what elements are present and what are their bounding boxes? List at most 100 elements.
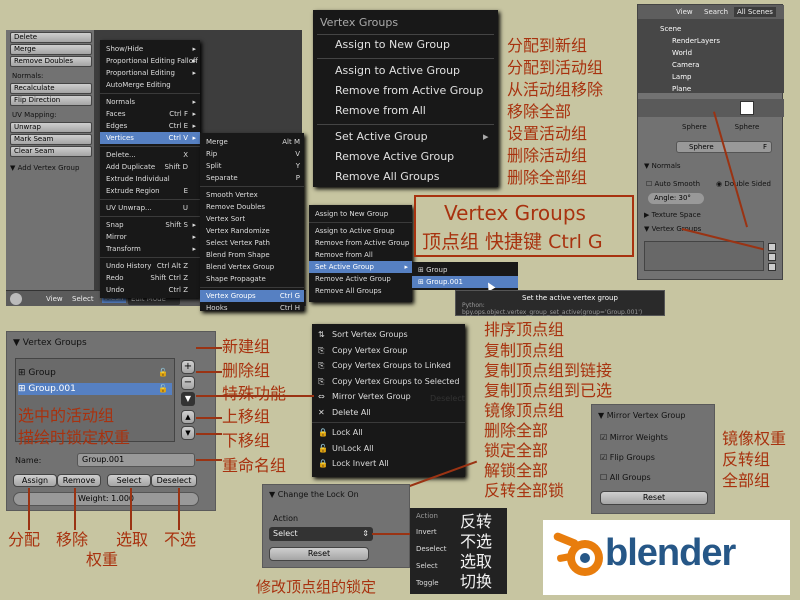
mesh-menu-item[interactable]: Faces Ctrl F ▸: [100, 108, 200, 120]
angle-field[interactable]: Angle: 30°: [648, 193, 704, 204]
mesh-menu-item[interactable]: Show/Hide ▸: [100, 43, 200, 55]
vertices-menu-item[interactable]: Blend From Shape: [200, 249, 304, 261]
vertices-menu-item[interactable]: Vertex Sort: [200, 213, 304, 225]
header-view[interactable]: View: [46, 295, 63, 303]
double-sided-checkbox[interactable]: ◉ Double Sided: [716, 180, 771, 188]
unwrap-button[interactable]: Unwrap: [10, 122, 92, 133]
mirror-title[interactable]: ▼ Mirror Vertex Group: [598, 411, 685, 420]
vertices-menu-item[interactable]: Blend Vertex Group: [200, 261, 304, 273]
select-option[interactable]: Select: [410, 558, 455, 575]
mesh-menu-item[interactable]: Transform ▸: [100, 243, 200, 255]
specials-item[interactable]: 🔓 UnLock All: [312, 441, 465, 457]
view-icon[interactable]: [10, 293, 22, 305]
recalculate-button[interactable]: Recalculate: [10, 83, 92, 94]
lock-reset-button[interactable]: Reset: [269, 547, 369, 561]
specials-icon-small[interactable]: [768, 263, 776, 271]
outliner-plane[interactable]: Plane: [672, 85, 691, 93]
vertex-groups-panel-title[interactable]: ▼ Vertex Groups: [13, 338, 87, 348]
mesh-menu-item[interactable]: Extrude Individual: [100, 173, 200, 185]
mirror-reset-button[interactable]: Reset: [600, 491, 708, 505]
assign-active-small[interactable]: Assign to Active Group: [309, 225, 412, 237]
vertices-menu-item[interactable]: Smooth Vertex: [200, 189, 304, 201]
vertices-menu-item[interactable]: Remove Doubles: [200, 201, 304, 213]
remove-active-group-small[interactable]: Remove Active Group: [309, 273, 412, 285]
outliner-camera[interactable]: Camera: [672, 61, 699, 69]
auto-smooth-checkbox[interactable]: ☐ Auto Smooth: [646, 180, 700, 188]
mesh-menu-item[interactable]: Snap Shift S ▸: [100, 219, 200, 231]
group-row[interactable]: ⊞ Group 🔓: [18, 367, 172, 379]
mesh-menu-item[interactable]: Proportional Editing Falloff ▸: [100, 55, 200, 67]
vertices-menu-item[interactable]: Hooks Ctrl H: [200, 302, 304, 314]
merge-button[interactable]: Merge: [10, 44, 92, 55]
remove-group-button[interactable]: −: [181, 376, 195, 390]
assign-button[interactable]: Assign: [13, 474, 57, 487]
mesh-menu-item[interactable]: Mirror ▸: [100, 231, 200, 243]
delete-button[interactable]: Delete: [10, 32, 92, 43]
vertices-menu-item[interactable]: Select Vertex Path: [200, 237, 304, 249]
move-up-button[interactable]: ▲: [181, 410, 195, 424]
set-active-small[interactable]: Set Active Group ▸: [309, 261, 412, 273]
flip-direction-button[interactable]: Flip Direction: [10, 95, 92, 106]
assign-new-small[interactable]: Assign to New Group: [309, 208, 412, 220]
vertices-menu-item[interactable]: Merge Alt M: [200, 136, 304, 148]
outliner-view[interactable]: View: [676, 8, 693, 16]
deselect-button[interactable]: Deselect: [151, 474, 197, 487]
action-dropdown[interactable]: Select ⇕: [269, 527, 373, 541]
add-group-icon-small[interactable]: [768, 243, 776, 251]
mesh-menu-item[interactable]: Undo History Ctrl Alt Z: [100, 260, 200, 272]
outliner-search[interactable]: Search: [704, 8, 728, 16]
vertices-menu-item[interactable]: Rip V: [200, 148, 304, 160]
outliner-renderlayers[interactable]: RenderLayers: [672, 37, 720, 45]
specials-button[interactable]: ▼: [181, 392, 195, 406]
flip-groups-checkbox[interactable]: ☑ Flip Groups: [600, 453, 655, 462]
texture-space-section[interactable]: ▶ Texture Space: [644, 211, 701, 219]
all-groups-checkbox[interactable]: ☐ All Groups: [600, 473, 651, 482]
deselect-option[interactable]: Deselect: [410, 541, 455, 558]
specials-item[interactable]: 🔒 Lock Invert All: [312, 456, 465, 472]
vertices-menu-item[interactable]: Vertex Groups Ctrl G: [200, 290, 304, 302]
name-field[interactable]: Group.001: [77, 453, 195, 467]
mesh-menu-item[interactable]: Delete... X: [100, 149, 200, 161]
fake-user-f[interactable]: F: [763, 142, 767, 152]
all-scenes-dropdown[interactable]: All Scenes: [734, 7, 776, 17]
add-group-button[interactable]: +: [181, 360, 195, 374]
lock-title[interactable]: ▼ Change the Lock On: [269, 490, 359, 499]
add-vertex-group-section[interactable]: ▼ Add Vertex Group: [10, 164, 79, 172]
big-remove-all[interactable]: Remove from All: [335, 104, 426, 117]
mesh-menu-item[interactable]: Edges Ctrl E ▸: [100, 120, 200, 132]
big-remove-active-group[interactable]: Remove Active Group: [335, 150, 454, 163]
remove-all-small[interactable]: Remove from All: [309, 249, 412, 261]
lock-icon[interactable]: 🔓: [158, 383, 168, 395]
remove-all-groups-small[interactable]: Remove All Groups: [309, 285, 412, 297]
mesh-menu-item[interactable]: UV Unwrap... U: [100, 202, 200, 214]
mesh-menu-item[interactable]: Normals ▸: [100, 96, 200, 108]
mark-seam-button[interactable]: Mark Seam: [10, 134, 92, 145]
specials-item[interactable]: ✕ Delete All: [312, 405, 465, 421]
outliner-lamp[interactable]: Lamp: [672, 73, 691, 81]
specials-item[interactable]: ⇅ Sort Vertex Groups: [312, 327, 465, 343]
outliner-scene[interactable]: Scene: [660, 25, 681, 33]
big-assign-new[interactable]: Assign to New Group: [335, 38, 450, 51]
weight-slider[interactable]: Weight: 1.000: [13, 492, 199, 506]
toggle-option[interactable]: Toggle: [410, 575, 455, 592]
mesh-menu-item[interactable]: AutoMerge Editing: [100, 79, 200, 91]
mesh-menu-item[interactable]: Extrude Region E: [100, 185, 200, 197]
vertices-menu-item[interactable]: Shape Propagate: [200, 273, 304, 285]
vertices-menu-item[interactable]: Vertex Randomize: [200, 225, 304, 237]
clear-seam-button[interactable]: Clear Seam: [10, 146, 92, 157]
outliner-world[interactable]: World: [672, 49, 692, 57]
mesh-menu-item[interactable]: Add Duplicate Shift D: [100, 161, 200, 173]
group-option[interactable]: ⊞ Group: [412, 264, 518, 276]
vertices-menu-item[interactable]: Split Y: [200, 160, 304, 172]
big-assign-active[interactable]: Assign to Active Group: [335, 64, 460, 77]
group001-row[interactable]: ⊞ Group.001 🔓: [18, 383, 172, 395]
mirror-weights-checkbox[interactable]: ☑ Mirror Weights: [600, 433, 668, 442]
mesh-menu-item[interactable]: Undo Ctrl Z: [100, 284, 200, 296]
specials-item[interactable]: ⎘ Copy Vertex Group: [312, 343, 465, 359]
vertices-menu-item[interactable]: Separate P: [200, 172, 304, 184]
specials-item[interactable]: 🔒 Lock All: [312, 425, 465, 441]
move-down-button[interactable]: ▼: [181, 426, 195, 440]
mesh-menu-item[interactable]: Redo Shift Ctrl Z: [100, 272, 200, 284]
remove-button[interactable]: Remove: [57, 474, 101, 487]
big-remove-active[interactable]: Remove from Active Group: [335, 84, 483, 97]
